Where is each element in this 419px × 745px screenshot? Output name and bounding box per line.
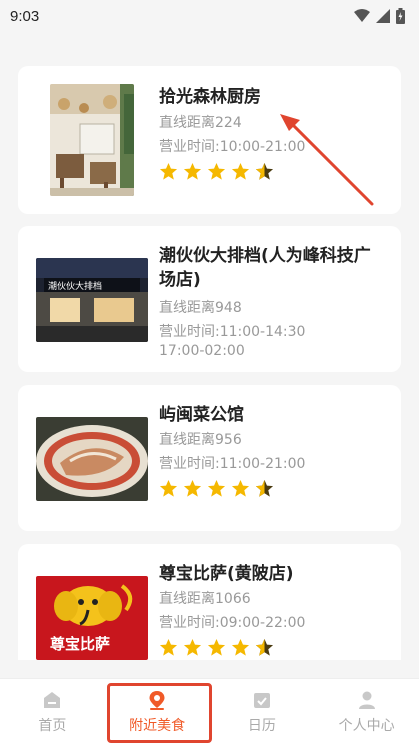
star-full-icon	[159, 479, 178, 497]
star-half-icon	[255, 162, 274, 180]
wifi-icon	[354, 9, 370, 22]
star-full-icon	[207, 638, 226, 656]
restaurant-card[interactable]: 潮伙伙大排档 潮伙伙大排档(人为峰科技广场店) 直线距离948 营业时间:11:…	[18, 226, 401, 372]
tab-label: 日历	[247, 718, 276, 734]
status-time: 9:03	[10, 7, 40, 25]
restaurant-hours: 营业时间:10:00-21:00	[159, 139, 306, 155]
status-icons	[354, 8, 405, 24]
person-icon	[358, 691, 375, 709]
star-full-icon	[231, 162, 250, 180]
restaurant-hours-evening: 17:00-02:00	[159, 343, 245, 355]
restaurant-name: 尊宝比萨(黄陂店)	[159, 564, 294, 584]
star-half-icon	[255, 638, 274, 656]
restaurant-photo	[36, 417, 148, 501]
tab-label: 个人中心	[338, 718, 395, 734]
storefront-sign-text: 潮伙伙大排档	[48, 280, 102, 292]
status-bar: 9:03	[0, 0, 419, 32]
tab-label: 首页	[38, 718, 67, 734]
brand-logo-text: 尊宝比萨	[50, 635, 110, 653]
restaurant-card[interactable]: 拾光森林厨房 直线距离224 营业时间:10:00-21:00	[18, 66, 401, 214]
restaurant-name: 潮伙伙大排档(人为峰科技广场店)	[159, 246, 371, 290]
star-full-icon	[183, 162, 202, 180]
calendar-icon	[253, 693, 270, 708]
restaurant-name: 屿闽菜公馆	[159, 405, 244, 425]
restaurant-distance: 直线距离956	[159, 432, 242, 448]
rating-stars	[159, 162, 274, 181]
tab-profile[interactable]: 个人中心	[314, 679, 419, 745]
battery-icon	[396, 8, 405, 24]
restaurant-card[interactable]: 屿闽菜公馆 直线距离956 营业时间:11:00-21:00	[18, 385, 401, 531]
restaurant-list[interactable]: 拾光森林厨房 直线距离224 营业时间:10:00-21:00 潮伙伙大排档 潮…	[18, 66, 401, 660]
restaurant-photo: 潮伙伙大排档	[36, 258, 148, 342]
restaurant-hours: 营业时间:11:00-21:00	[159, 456, 306, 472]
star-half-icon	[255, 479, 274, 497]
star-full-icon	[207, 162, 226, 180]
tab-calendar[interactable]: 日历	[210, 679, 315, 745]
restaurant-distance: 直线距离1066	[159, 591, 251, 607]
star-full-icon	[159, 162, 178, 180]
highlight-box	[107, 683, 212, 743]
star-full-icon	[207, 479, 226, 497]
restaurant-distance: 直线距离224	[159, 115, 242, 131]
restaurant-photo	[50, 84, 134, 196]
rating-stars	[159, 479, 274, 498]
star-full-icon	[183, 638, 202, 656]
restaurant-distance: 直线距离948	[159, 300, 242, 316]
restaurant-name: 拾光森林厨房	[159, 87, 261, 107]
restaurant-hours: 营业时间:09:00-22:00	[159, 615, 306, 631]
star-full-icon	[159, 638, 178, 656]
signal-icon	[376, 9, 390, 23]
tab-home[interactable]: 首页	[0, 679, 105, 745]
restaurant-photo: 尊宝比萨	[36, 576, 148, 660]
home-icon	[44, 692, 61, 708]
star-full-icon	[231, 638, 250, 656]
star-full-icon	[183, 479, 202, 497]
rating-stars	[159, 638, 274, 657]
restaurant-card[interactable]: 尊宝比萨 尊宝比萨(黄陂店) 直线距离1066 营业时间:09:00-22:00	[18, 544, 401, 660]
star-full-icon	[231, 479, 250, 497]
